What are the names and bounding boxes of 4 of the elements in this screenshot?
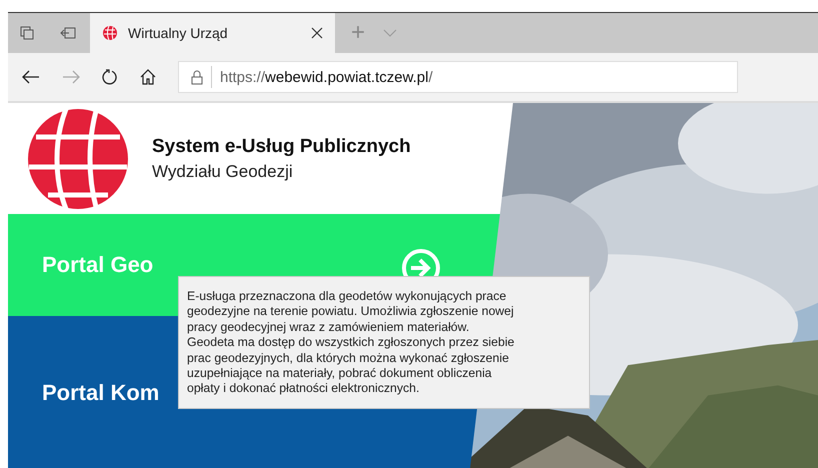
site-title: System e-Usług Publicznych (152, 136, 411, 158)
url-text: https://webewid.powiat.tczew.pl/ (220, 68, 433, 86)
tooltip: E-usługa przeznaczona dla geodetów wykonujących prace geodezyjne na terenie powiatu. Umożliwia zgłoszenie nowej pracy geodecyjnej wraz z zamówieniem materiałów. Geodeta ma dostęp do wszystkich zgłoszonych przez siebie prac geodezyjnych, dla których można wykonać zgłoszenie uzupełniające na materiały, pobrać dokument obliczenia opłaty i dokonać płatności elektronicznych. (178, 276, 590, 409)
site-subtitle: Wydziału Geodezji (152, 162, 294, 182)
